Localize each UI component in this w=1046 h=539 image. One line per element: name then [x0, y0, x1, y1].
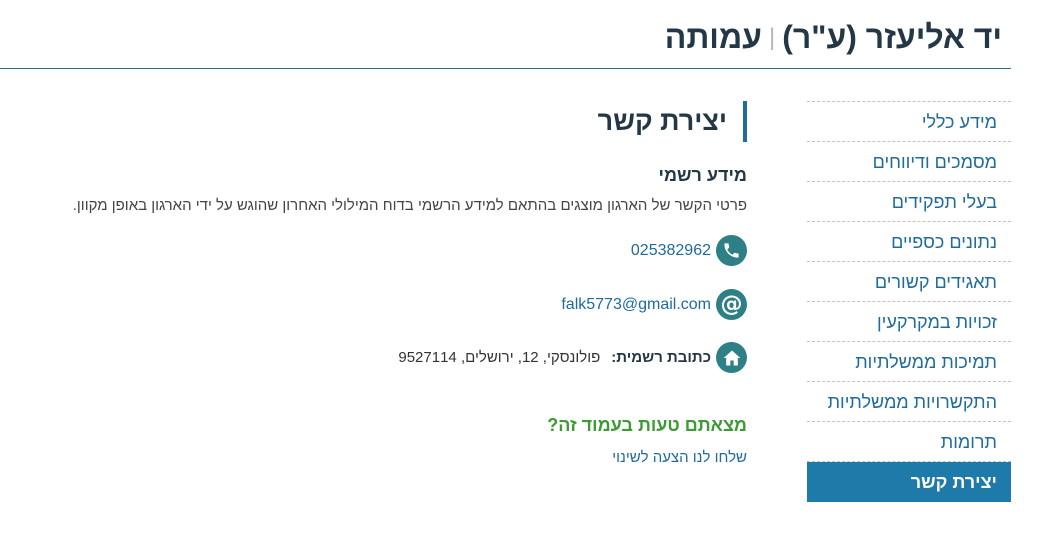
page-header: יד אליעזר (ע"ר)|עמותה: [0, 0, 1011, 69]
sidebar-item-officers[interactable]: בעלי תפקידים: [807, 182, 1011, 222]
official-info-title: מידע רשמי: [658, 165, 747, 185]
page-title: יד אליעזר (ע"ר)|עמותה: [665, 19, 1002, 56]
sidebar-item-related-corporations[interactable]: תאגידים קשורים: [807, 262, 1011, 302]
report-error-title: מצאתם טעות בעמוד זה?: [547, 415, 747, 435]
section-title: יצירת קשר: [598, 101, 747, 142]
sidebar-item-real-estate[interactable]: זכויות במקרקעין: [807, 302, 1011, 342]
address-label: כתובת רשמית:: [611, 349, 711, 366]
sidebar-item-financial-data[interactable]: נתונים כספיים: [807, 222, 1011, 262]
sidebar-nav: מידע כללי מסמכים ודיווחים בעלי תפקידים נ…: [807, 101, 1011, 502]
official-info-description: פרטי הקשר של הארגון מוצגים בהתאם למידע ה…: [72, 197, 747, 214]
sidebar-item-donations[interactable]: תרומות: [807, 422, 1011, 462]
email-link[interactable]: falk5773@gmail.com: [561, 296, 711, 314]
address-row: כתובת רשמית: פולונסקי, 12, ירושלים, 9527…: [398, 342, 747, 373]
sidebar-item-documents[interactable]: מסמכים ודיווחים: [807, 142, 1011, 182]
title-separator: |: [768, 24, 776, 51]
email-row: @ falk5773@gmail.com: [561, 289, 747, 320]
address-value: פולונסקי, 12, ירושלים, 9527114: [398, 349, 601, 366]
sidebar-item-government-contracts[interactable]: התקשרויות ממשלתיות: [807, 382, 1011, 422]
phone-row: 025382962: [631, 235, 747, 266]
suggest-change-link[interactable]: שלחו לנו הצעה לשינוי: [612, 449, 747, 466]
sidebar-item-contact[interactable]: יצירת קשר: [807, 462, 1011, 502]
org-type: עמותה: [664, 19, 762, 55]
phone-icon: [716, 235, 747, 266]
sidebar-item-government-support[interactable]: תמיכות ממשלתיות: [807, 342, 1011, 382]
org-name: יד אליעזר (ע"ר): [782, 19, 1002, 55]
phone-link[interactable]: 025382962: [631, 242, 711, 260]
at-sign-icon: @: [716, 289, 747, 320]
home-icon: [716, 342, 747, 373]
sidebar-item-general-info[interactable]: מידע כללי: [807, 102, 1011, 142]
